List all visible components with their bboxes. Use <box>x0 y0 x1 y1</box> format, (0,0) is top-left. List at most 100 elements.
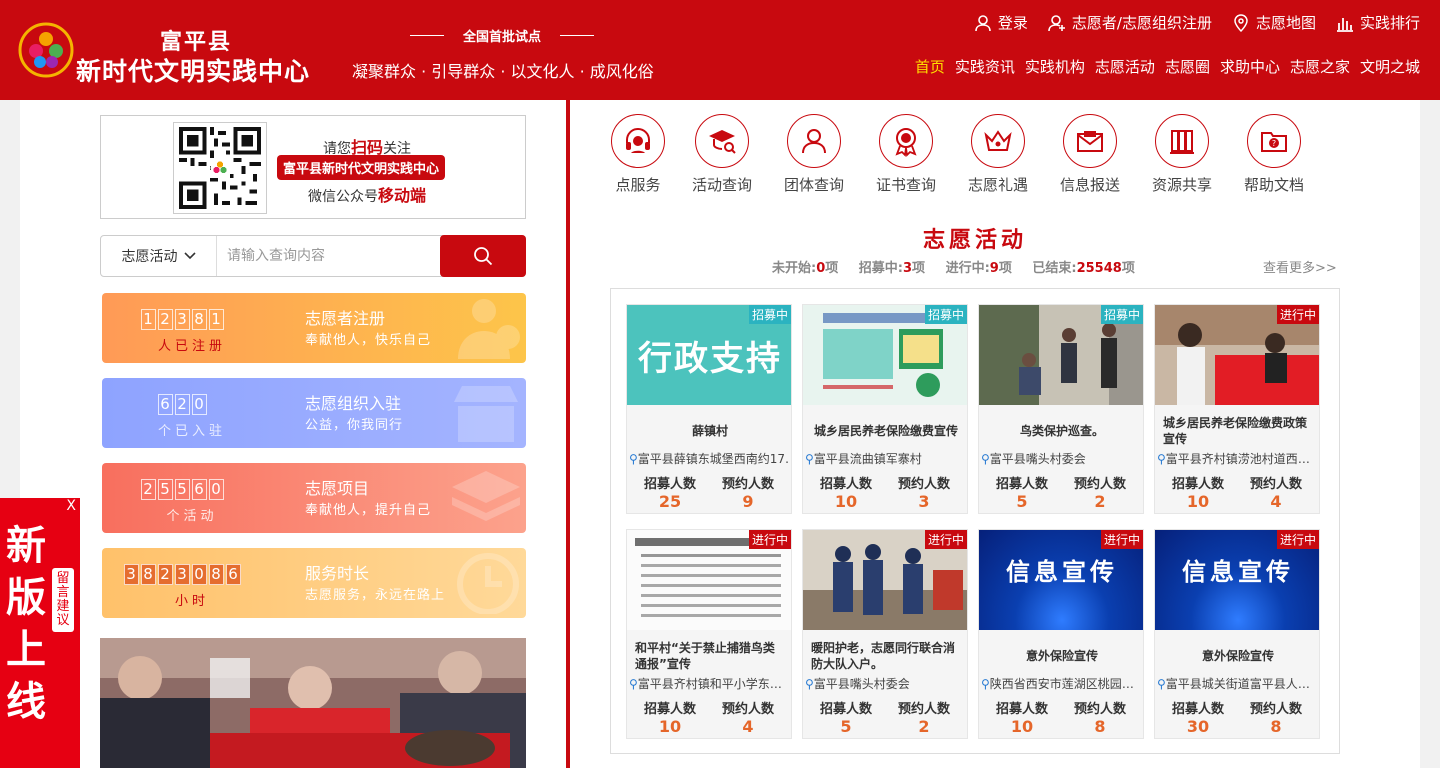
service-volunteer-courtesy[interactable]: 志愿礼遇 <box>953 114 1043 195</box>
activity-card[interactable]: 进行中 城乡居民养老保险缴费政策宣传 ⚲富平县齐村镇涝池村道西南... 招募人数… <box>1154 304 1320 514</box>
service-group-query[interactable]: 团体查询 <box>769 114 859 195</box>
ranking-label: 实践排行 <box>1359 14 1420 32</box>
stat-title: 志愿者注册 <box>305 309 386 328</box>
status-badge: 进行中 <box>1276 530 1319 549</box>
activity-card[interactable]: 信息宣传 进行中 意外保险宣传 ⚲陕西省西安市莲湖区桃园路... 招募人数 预约… <box>978 529 1144 739</box>
search-bar: 志愿活动 <box>100 235 526 277</box>
main-nav: 首页 实践资讯 实践机构 志愿活动 志愿圈 求助中心 志愿之家 文明之城 <box>915 56 1420 77</box>
location-pin-icon: ⚲ <box>1157 452 1166 466</box>
activity-card[interactable]: 进行中 暖阳护老，志愿同行联合消防大队入户。 ⚲富平县嘴头村委会 招募人数 预约… <box>802 529 968 739</box>
recruit-label: 招募人数 <box>1171 477 1224 492</box>
reserve-label: 预约人数 <box>1249 702 1302 717</box>
reserve-label: 预约人数 <box>897 702 950 717</box>
service-label: 信息报送 <box>1059 176 1120 194</box>
reserve-label: 预约人数 <box>1073 477 1126 492</box>
recruit-label: 招募人数 <box>643 477 696 492</box>
user-icon <box>975 14 991 31</box>
nav-practice-orgs[interactable]: 实践机构 <box>1025 56 1085 77</box>
reserve-label: 预约人数 <box>721 702 774 717</box>
nav-help-center[interactable]: 求助中心 <box>1220 56 1280 77</box>
activity-location: ⚲富平县城关街道富平县人民... <box>1157 677 1319 691</box>
service-icons: 点服务 活动查询 团体查询 证书查询 志愿礼遇 信息报送 资源共享 ? 帮助文档 <box>600 114 1320 198</box>
search-category-select[interactable]: 志愿活动 <box>101 236 217 276</box>
search-button[interactable] <box>440 235 526 277</box>
activity-title: 意外保险宣传 <box>1201 649 1274 663</box>
activity-title: 薛镇村 <box>691 424 728 438</box>
medal-icon <box>895 128 917 157</box>
stat-volunteer-projects[interactable]: 25560 个活动 志愿项目 奉献他人，提升自己 <box>102 463 526 533</box>
svg-text:?: ? <box>1272 139 1276 148</box>
register-link[interactable]: 志愿者/志愿组织注册 <box>1048 12 1212 33</box>
recruit-label: 招募人数 <box>995 477 1048 492</box>
feedback-button[interactable]: 留言建议 <box>52 568 74 632</box>
volunteer-person-icon <box>458 299 520 359</box>
service-info-report[interactable]: 信息报送 <box>1045 114 1135 195</box>
stat-volunteer-register[interactable]: 12381 人已注册 志愿者注册 奉献他人，快乐自己 <box>102 293 526 363</box>
location-pin-icon: ⚲ <box>629 452 638 466</box>
nav-volunteer-circle[interactable]: 志愿圈 <box>1165 56 1210 77</box>
activity-card[interactable]: 行政支持 招募中 薛镇村 ⚲富平县薛镇东城堡西南约17. 招募人数 预约人数 2… <box>626 304 792 514</box>
nav-civilized-city[interactable]: 文明之城 <box>1360 56 1420 77</box>
recruit-count: 10 <box>834 492 858 511</box>
nav-volunteer-home[interactable]: 志愿之家 <box>1290 56 1350 77</box>
books-icon <box>1170 130 1194 154</box>
service-activity-query[interactable]: 活动查询 <box>677 114 767 195</box>
status-badge: 进行中 <box>1276 305 1319 324</box>
logo-center-name: 新时代文明实践中心 <box>76 57 311 86</box>
reserve-label: 预约人数 <box>897 477 950 492</box>
ranking-link[interactable]: 实践排行 <box>1336 12 1420 33</box>
nav-practice-news[interactable]: 实践资讯 <box>955 56 1015 77</box>
stat-desc: 奉献他人，快乐自己 <box>305 333 432 348</box>
activity-card[interactable]: 招募中 鸟类保护巡查。 ⚲富平县嘴头村委会 招募人数 预约人数 5 2 <box>978 304 1144 514</box>
recruit-label: 招募人数 <box>819 702 872 717</box>
activity-card[interactable]: 招募中 城乡居民养老保险缴费宣传 ⚲富平县流曲镇军寨村 招募人数 预约人数 10… <box>802 304 968 514</box>
nav-volunteer-activities[interactable]: 志愿活动 <box>1095 56 1155 77</box>
site-logo-icon[interactable] <box>18 22 74 78</box>
location-pin-icon: ⚲ <box>805 452 814 466</box>
recruit-count: 10 <box>1186 492 1210 511</box>
service-resource-share[interactable]: 资源共享 <box>1137 114 1227 195</box>
service-label: 资源共享 <box>1151 176 1212 194</box>
stat-title: 志愿项目 <box>305 479 370 498</box>
stat-service-hours[interactable]: 3823086 小时 服务时长 志愿服务，永远在路上 <box>102 548 526 618</box>
stat-digits: 12381 <box>102 309 262 330</box>
activity-counts: 未开始:0项 招募中:3项 进行中:9项 已结束:25548项 <box>772 261 1135 276</box>
stat-org-join[interactable]: 620 个已入驻 志愿组织入驻 公益，你我同行 <box>102 378 526 448</box>
qr-code[interactable] <box>173 122 267 214</box>
nav-home[interactable]: 首页 <box>915 56 945 77</box>
banner-photo[interactable] <box>100 638 526 768</box>
activity-location: ⚲陕西省西安市莲湖区桃园路... <box>981 677 1143 691</box>
stat-sub: 人已注册 <box>157 339 226 354</box>
map-pin-icon <box>1234 13 1248 32</box>
help-folder-icon: ? <box>1261 132 1287 152</box>
activity-title: 暖阳护老，志愿同行联合消防大队入户。 <box>811 641 956 671</box>
volunteer-map-link[interactable]: 志愿地图 <box>1232 12 1316 33</box>
activity-location: ⚲富平县嘴头村委会 <box>981 452 1086 466</box>
login-link[interactable]: 登录 <box>974 12 1028 33</box>
status-badge: 招募中 <box>748 305 791 324</box>
mail-icon <box>1077 131 1103 152</box>
activity-location: ⚲富平县齐村镇和平小学东北... <box>629 677 791 691</box>
service-label: 志愿礼遇 <box>967 176 1028 194</box>
view-more-link[interactable]: 查看更多>> <box>1263 257 1337 276</box>
pilot-text: 全国首批试点 <box>462 30 541 45</box>
activity-location: ⚲富平县齐村镇涝池村道西南... <box>1157 452 1319 466</box>
activity-title: 意外保险宣传 <box>1025 649 1098 663</box>
activity-card[interactable]: 信息宣传 进行中 意外保险宣传 ⚲富平县城关街道富平县人民... 招募人数 预约… <box>1154 529 1320 739</box>
close-icon[interactable]: X <box>66 498 76 514</box>
recruit-count: 10 <box>658 717 682 736</box>
location-pin-icon: ⚲ <box>805 677 814 691</box>
service-order[interactable]: 点服务 <box>593 114 683 195</box>
search-input[interactable] <box>219 236 439 276</box>
reserve-count: 4 <box>1270 492 1282 511</box>
status-badge: 进行中 <box>748 530 791 549</box>
new-version-float-ad[interactable]: X 新版上线 留言建议 <box>0 498 80 768</box>
stat-desc: 志愿服务，永远在路上 <box>305 588 446 603</box>
service-certificate-query[interactable]: 证书查询 <box>861 114 951 195</box>
activity-card[interactable]: 进行中 和平村“关于禁止捕猎鸟类通报”宣传 ⚲富平县齐村镇和平小学东北... 招… <box>626 529 792 739</box>
stat-digits: 3823086 <box>102 564 262 585</box>
login-label: 登录 <box>997 14 1028 32</box>
stat-desc: 奉献他人，提升自己 <box>305 503 432 518</box>
service-help-docs[interactable]: ? 帮助文档 <box>1229 114 1319 195</box>
volunteer-map-label: 志愿地图 <box>1255 14 1316 32</box>
